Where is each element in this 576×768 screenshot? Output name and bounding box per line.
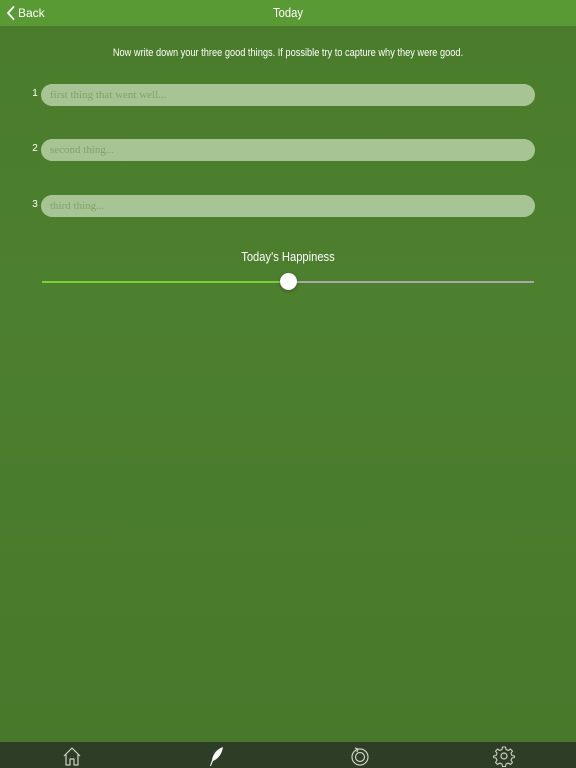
instructions-text: Now write down your three good things. I… bbox=[112, 47, 464, 59]
happiness-slider[interactable] bbox=[42, 273, 534, 290]
good-thing-input-3[interactable] bbox=[41, 195, 535, 217]
tab-history[interactable] bbox=[348, 745, 372, 767]
good-thing-input-2[interactable] bbox=[41, 139, 535, 161]
page-title: Today bbox=[273, 5, 303, 20]
tab-settings[interactable] bbox=[492, 745, 516, 767]
tab-write[interactable] bbox=[204, 745, 228, 767]
happiness-label: Today's Happiness bbox=[241, 249, 335, 264]
happiness-slider-fill bbox=[42, 281, 288, 283]
good-thing-number: 1 bbox=[32, 88, 38, 99]
good-thing-number: 3 bbox=[32, 199, 38, 210]
back-button[interactable]: Back bbox=[6, 4, 45, 22]
history-icon bbox=[351, 747, 369, 766]
home-icon bbox=[63, 747, 81, 766]
happiness-slider-thumb[interactable] bbox=[279, 273, 297, 290]
good-thing-row-1: 1 bbox=[0, 84, 576, 106]
tab-home[interactable] bbox=[60, 745, 84, 767]
tab-bar bbox=[0, 742, 576, 768]
good-thing-row-2: 2 bbox=[0, 139, 576, 161]
gear-icon bbox=[493, 746, 515, 767]
good-thing-input-1[interactable] bbox=[41, 84, 535, 106]
chevron-left-icon bbox=[7, 6, 15, 20]
navigation-bar: Back Today bbox=[0, 0, 576, 26]
good-thing-number: 2 bbox=[32, 143, 38, 154]
quill-icon bbox=[210, 747, 223, 766]
good-thing-row-3: 3 bbox=[0, 195, 576, 217]
